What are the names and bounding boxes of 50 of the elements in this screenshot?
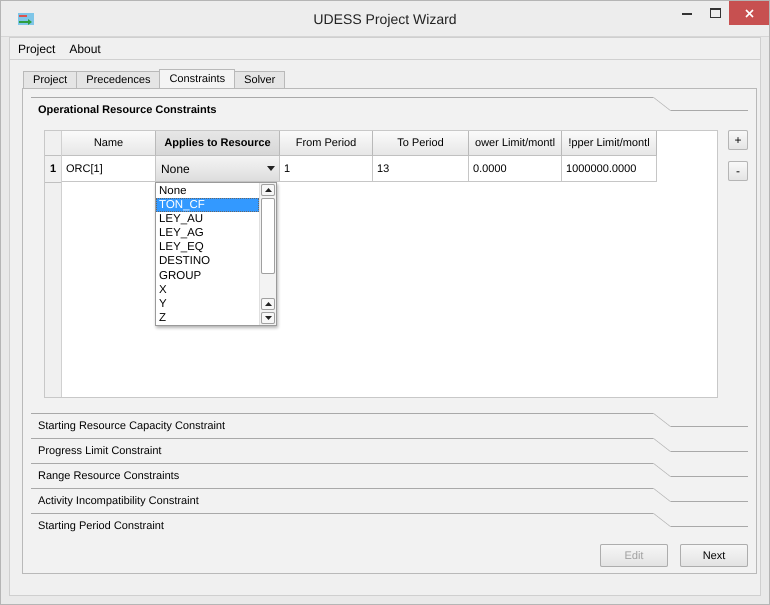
up-arrow-icon xyxy=(264,188,272,192)
maximize-icon xyxy=(710,8,720,18)
section-title[interactable]: Operational Resource Constraints xyxy=(38,104,216,116)
dropdown-option[interactable]: LEY_AU xyxy=(156,212,259,226)
column-header[interactable]: Name xyxy=(62,131,156,156)
scroll-down-button[interactable] xyxy=(261,312,275,324)
column-header[interactable]: Applies to Resource xyxy=(156,131,280,156)
dropdown-option[interactable]: LEY_AG xyxy=(156,226,259,240)
close-button[interactable] xyxy=(729,1,769,25)
dropdown-option[interactable]: DESTINO xyxy=(156,254,259,269)
table-cell[interactable]: 1000000.0000 xyxy=(562,156,657,182)
dropdown-option[interactable]: Y xyxy=(156,296,259,311)
section-title[interactable]: Progress Limit Constraint xyxy=(38,445,162,457)
dropdown-option[interactable]: None xyxy=(156,184,259,198)
table-cell[interactable]: 13 xyxy=(373,156,469,182)
dropdown-option[interactable]: LEY_EQ xyxy=(156,240,259,254)
row-button[interactable]: - xyxy=(728,161,748,181)
window-title: UDESS Project Wizard xyxy=(313,10,457,26)
down-arrow-icon xyxy=(264,316,272,320)
resource-dropdown[interactable]: None xyxy=(156,156,280,182)
dropdown-option[interactable]: Z xyxy=(156,310,259,325)
tab[interactable]: Precedences xyxy=(76,71,160,88)
row-button[interactable]: + xyxy=(728,130,748,150)
minimize-icon xyxy=(682,12,692,14)
column-header[interactable]: !pper Limit/montl xyxy=(562,131,657,156)
column-header[interactable]: ower Limit/montl xyxy=(469,131,562,156)
scrollbar-thumb[interactable] xyxy=(261,198,275,274)
tab[interactable]: Constraints xyxy=(159,69,236,88)
menu-item[interactable]: About xyxy=(69,42,101,56)
dropdown-option[interactable]: GROUP xyxy=(156,268,259,283)
scroll-up-button[interactable] xyxy=(261,184,275,196)
app-icon xyxy=(18,12,34,24)
tab[interactable]: Solver xyxy=(234,71,286,88)
column-header[interactable]: From Period xyxy=(280,131,373,156)
section-title[interactable]: Starting Period Constraint xyxy=(38,520,164,532)
up-arrow-icon xyxy=(264,302,272,306)
dropdown-option[interactable]: X xyxy=(156,282,259,297)
table-cell[interactable]: 1 xyxy=(280,156,373,182)
row-header: 1 xyxy=(45,156,61,183)
section-title[interactable]: Activity Incompatibility Constraint xyxy=(38,495,199,507)
menu-item[interactable]: Project xyxy=(18,42,56,56)
close-icon xyxy=(744,8,754,18)
section-title[interactable]: Starting Resource Capacity Constraint xyxy=(38,420,226,432)
wizard-button[interactable]: Next xyxy=(680,544,748,567)
table-cell[interactable]: 0.0000 xyxy=(469,156,562,182)
column-header[interactable]: To Period xyxy=(373,131,469,156)
scroll-up-button[interactable] xyxy=(261,298,275,310)
section-title[interactable]: Range Resource Constraints xyxy=(38,470,180,482)
caret-icon xyxy=(267,166,275,171)
tab[interactable]: Project xyxy=(23,71,78,88)
